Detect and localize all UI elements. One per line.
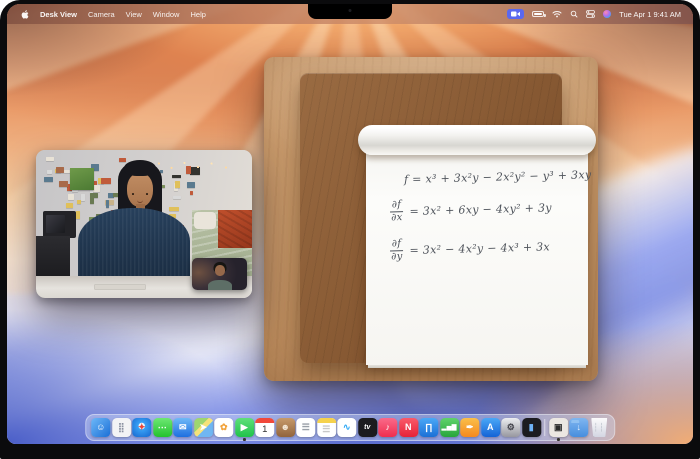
notepad: f = x³ + 3x²y − 2x²y² − y³ + 3xy ∂f ∂x =… [366, 129, 588, 365]
handwritten-equations: f = x³ + 3x²y − 2x²y² − y³ + 3xy ∂f ∂x =… [390, 171, 578, 275]
running-indicator [243, 438, 246, 441]
numbers-icon: ▂▅▇ [442, 425, 457, 431]
dock-item-music[interactable]: ♪ [378, 418, 397, 437]
music-icon: ♪ [386, 423, 391, 432]
clipboard: f = x³ + 3x²y − 2x²y² − y³ + 3xy ∂f ∂x =… [300, 73, 562, 363]
news-icon: N [405, 423, 412, 432]
photos-icon: ✿ [220, 423, 228, 432]
equation-line-2: = 3x² + 6xy − 4xy² + 3y [409, 201, 552, 218]
menu-bar-clock[interactable]: Tue Apr 1 9:41 AM [619, 10, 681, 19]
notepad-page-curl [358, 125, 596, 155]
running-indicator [557, 438, 560, 441]
dock-item-safari[interactable]: ✦ [132, 418, 151, 437]
pages-icon: ✒ [466, 423, 474, 432]
dock-item-iphone-mirroring[interactable]: ▮ [522, 418, 541, 437]
dock-item-numbers[interactable]: ▂▅▇ [440, 418, 459, 437]
dock-item-photos[interactable]: ✿ [214, 418, 233, 437]
dock-item-notes[interactable]: ☰ [317, 418, 336, 437]
keynote-icon: ∏ [425, 423, 432, 432]
desktop: Desk View Camera View Window Help [7, 4, 693, 444]
dock-item-calendar[interactable]: 1 [255, 418, 274, 437]
notes-icon: ☰ [322, 425, 330, 434]
dock: ☺ ⣿ ✦ ⋯ ✉ ➤ ✿ ▶ 1 ☻ ☰ ☰ ∿ tv ♪ N ∏ ▂▅▇ ✒ A ⚙ ▮ ▣ ↓ ┆┆ [85, 414, 615, 441]
desk-view-icon: ▣ [554, 423, 563, 432]
display-bezel: Desk View Camera View Window Help [0, 0, 700, 459]
menu-item-window[interactable]: Window [153, 10, 180, 19]
remote-caller-face [127, 173, 153, 207]
local-caller-face [215, 265, 225, 276]
dock-item-system-settings[interactable]: ⚙ [501, 418, 520, 437]
dock-item-pages[interactable]: ✒ [460, 418, 479, 437]
facetime-screen-indicator-icon[interactable] [507, 9, 524, 19]
dock-item-facetime[interactable]: ▶ [235, 418, 254, 437]
dock-item-app-store[interactable]: A [481, 418, 500, 437]
launchpad-icon: ⣿ [118, 423, 125, 432]
dock-item-news[interactable]: N [399, 418, 418, 437]
keyboard [94, 284, 146, 290]
dock-item-keynote[interactable]: ∏ [419, 418, 438, 437]
menu-item-help[interactable]: Help [190, 10, 205, 19]
remote-caller-fringe [124, 160, 156, 176]
finder-icon: ☺ [96, 423, 105, 432]
dock-item-desk-view[interactable]: ▣ [549, 418, 568, 437]
remote-caller-smile [137, 200, 143, 203]
tv-icon: tv [364, 424, 370, 431]
dock-item-mail[interactable]: ✉ [173, 418, 192, 437]
dock-item-contacts[interactable]: ☻ [276, 418, 295, 437]
mail-icon: ✉ [179, 423, 187, 432]
partial-derivative-y-fraction: ∂f ∂y [390, 238, 404, 262]
dock-item-reminders[interactable]: ☰ [296, 418, 315, 437]
dock-item-freeform[interactable]: ∿ [337, 418, 356, 437]
dock-item-finder[interactable]: ☺ [91, 418, 110, 437]
downloads-icon: ↓ [577, 423, 582, 432]
reminders-icon: ☰ [302, 423, 310, 432]
display-notch [308, 4, 392, 19]
siri-icon[interactable] [603, 10, 611, 18]
dock-item-downloads[interactable]: ↓ [569, 418, 588, 437]
facetime-icon: ▶ [241, 423, 248, 432]
wifi-icon[interactable] [552, 10, 562, 18]
menu-app-name[interactable]: Desk View [40, 10, 77, 19]
dock-item-messages[interactable]: ⋯ [153, 418, 172, 437]
messages-icon: ⋯ [158, 423, 167, 432]
equation-line-1: f = x³ + 3x²y − 2x²y² − y³ + 3xy [404, 168, 592, 186]
safari-icon: ✦ [138, 423, 146, 432]
control-center-icon[interactable] [586, 10, 595, 18]
apple-menu-icon[interactable] [21, 10, 29, 19]
maps-icon: ➤ [199, 423, 207, 432]
dock-item-trash[interactable]: ┆┆ [590, 418, 609, 437]
equation-line-3: = 3x² − 4x²y − 4x³ + 3x [409, 240, 550, 257]
remote-caller-eye-right [146, 193, 148, 195]
contacts-icon: ☻ [281, 423, 290, 432]
dock-item-launchpad[interactable]: ⣿ [112, 418, 131, 437]
local-caller-shirt [208, 280, 232, 290]
battery-icon[interactable] [532, 11, 544, 17]
trash-icon: ┆┆ [593, 424, 605, 432]
local-caller-pip[interactable] [192, 258, 247, 290]
remote-caller-eye-left [132, 193, 134, 195]
notch-camera [349, 9, 352, 12]
spotlight-search-icon[interactable] [570, 10, 578, 18]
calendar-icon: 1 [262, 425, 267, 435]
dock-separator [544, 419, 545, 436]
dock-item-tv[interactable]: tv [358, 418, 377, 437]
facetime-window[interactable] [36, 150, 252, 298]
partial-derivative-x-fraction: ∂f ∂x [390, 199, 404, 223]
menu-item-view[interactable]: View [126, 10, 142, 19]
menu-item-camera[interactable]: Camera [88, 10, 115, 19]
system-settings-icon: ⚙ [507, 423, 515, 432]
freeform-icon: ∿ [343, 423, 351, 432]
app-store-icon: A [487, 423, 494, 432]
macbook-display: Desk View Camera View Window Help [0, 0, 700, 459]
iphone-mirroring-icon: ▮ [529, 423, 534, 432]
desk-view-window[interactable]: f = x³ + 3x²y − 2x²y² − y³ + 3xy ∂f ∂x =… [264, 57, 598, 381]
dock-item-maps[interactable]: ➤ [194, 418, 213, 437]
